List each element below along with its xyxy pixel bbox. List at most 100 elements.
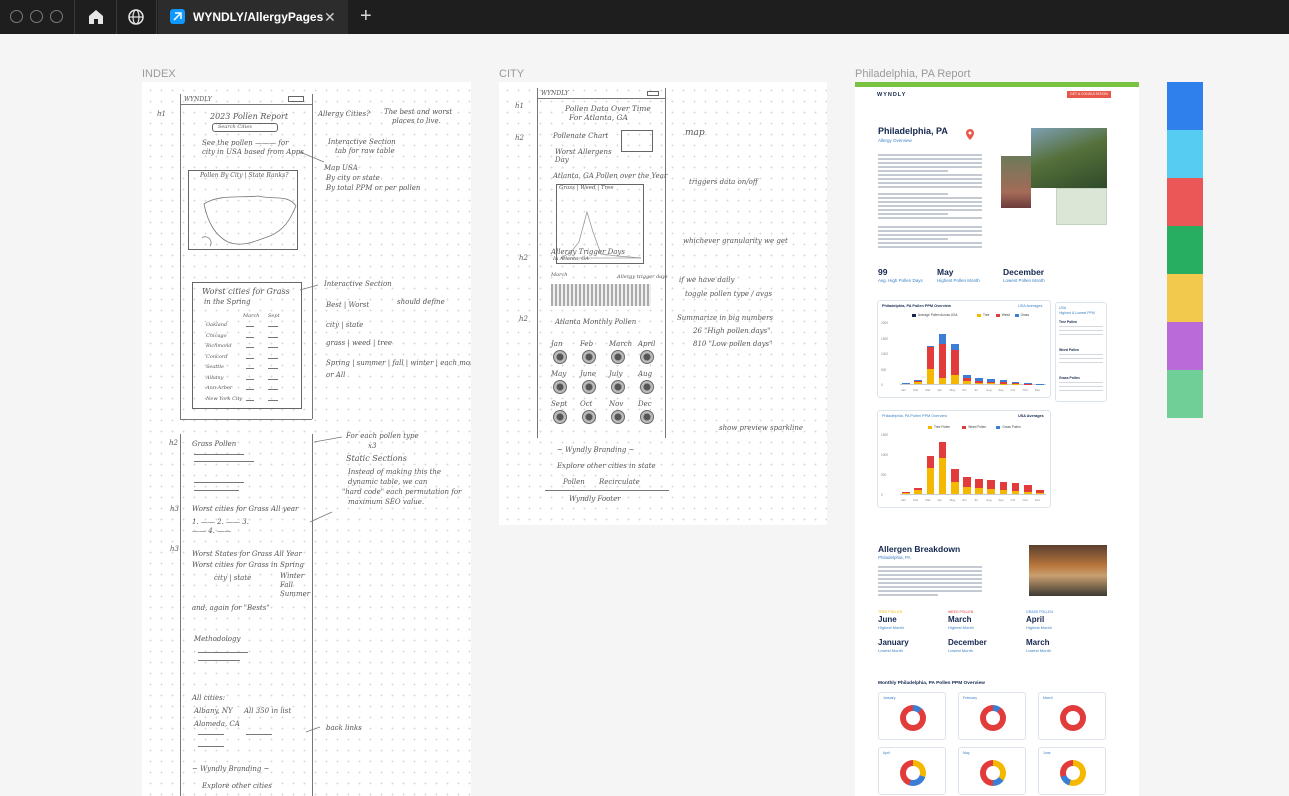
body-text-line bbox=[878, 574, 982, 576]
body-text-line bbox=[878, 590, 982, 592]
color-swatch[interactable] bbox=[1167, 82, 1203, 130]
color-swatch[interactable] bbox=[1167, 130, 1203, 178]
body-text-line bbox=[878, 158, 982, 160]
chart-bar bbox=[926, 346, 935, 347]
report-logo[interactable]: WYNDLY bbox=[877, 92, 906, 98]
color-swatch[interactable] bbox=[1167, 274, 1203, 322]
body-text-line bbox=[878, 582, 982, 584]
sketch-cell bbox=[268, 399, 278, 401]
city-sketch-frame[interactable]: h1 WYNDLY Pollen Data Over Time For Atla… bbox=[499, 82, 827, 525]
x-tick-label: Dec bbox=[1034, 498, 1041, 502]
color-swatch[interactable] bbox=[1167, 370, 1203, 418]
allergen-high: June bbox=[878, 615, 897, 624]
big-number-label: Lowest Pollen Month bbox=[1003, 278, 1045, 283]
body-text-line bbox=[878, 226, 982, 228]
allergen-type: WEED POLLEN bbox=[948, 610, 974, 614]
allergen-low: December bbox=[948, 638, 987, 647]
body-text-line bbox=[878, 186, 982, 188]
chart-bar bbox=[902, 383, 910, 384]
sketch-text: Atlanta, GA Pollen over the Year bbox=[553, 172, 668, 180]
sketch-month-circle bbox=[553, 380, 567, 394]
close-icon[interactable]: ✕ bbox=[324, 8, 336, 26]
donut-card: February bbox=[958, 692, 1026, 740]
index-sketch-frame[interactable]: h1 WYNDLY 2023 Pollen Report Search Citi… bbox=[142, 82, 471, 796]
x-tick-label: May bbox=[949, 388, 956, 392]
sketch-text: whichever granularity we get bbox=[683, 237, 788, 245]
chart1-tab[interactable]: USA Averages bbox=[1018, 304, 1042, 308]
donut-chart bbox=[980, 705, 1006, 731]
allergen-low-label: Lowest Month bbox=[948, 648, 973, 653]
report-frame[interactable]: WYNDLY GET A CONSULTATION Philadelphia, … bbox=[855, 82, 1139, 796]
x-tick-label: Aug bbox=[986, 498, 992, 502]
sketch-month-circle bbox=[640, 410, 654, 424]
side-title: USA bbox=[1059, 306, 1067, 310]
donut-month-label: June bbox=[1043, 751, 1051, 755]
chart-bar bbox=[963, 378, 971, 381]
chart-bar bbox=[902, 492, 910, 494]
report-subtitle: Allergy Overview bbox=[878, 138, 912, 143]
body-text-line bbox=[878, 213, 948, 215]
consultation-button[interactable]: GET A CONSULTATION bbox=[1067, 91, 1111, 98]
hero-photo bbox=[1031, 128, 1107, 188]
allergen-low-label: Lowest Month bbox=[878, 648, 903, 653]
sketch-table-row: Richmond bbox=[206, 343, 232, 349]
sketch-month-label: Aug bbox=[638, 370, 653, 378]
sketch-text: Atlanta Monthly Pollen bbox=[555, 318, 637, 326]
sketch-month-label: May bbox=[551, 370, 567, 378]
legend-label: Weed bbox=[1001, 313, 1011, 317]
sketch-text: Allergy Trigger Days bbox=[551, 248, 625, 256]
x-tick-label: Dec bbox=[1034, 388, 1041, 392]
frame-label-city[interactable]: CITY bbox=[499, 68, 524, 80]
frame-label-index[interactable]: INDEX bbox=[142, 68, 176, 80]
legend-label: Tree Pollen bbox=[934, 425, 951, 429]
sketch-text: Wyndly Footer bbox=[569, 495, 621, 503]
sketch-text: ~ Wyndly Branding ~ bbox=[557, 446, 635, 454]
chart-bar bbox=[950, 349, 959, 375]
x-tick-label: Jun bbox=[961, 388, 967, 392]
globe-icon[interactable] bbox=[126, 7, 146, 27]
sketch-cell bbox=[268, 389, 278, 390]
monthly-title: Monthly Philadelphia, PA Pollen PPM Over… bbox=[878, 681, 985, 686]
allergen-low-label: Lowest Month bbox=[1026, 648, 1051, 653]
side-line bbox=[1059, 362, 1103, 363]
sketch-text: 26 "High pollen days" bbox=[693, 327, 771, 335]
sketch-month-circle bbox=[611, 410, 625, 424]
sketch-month-label: April bbox=[638, 340, 656, 348]
chart2-tab[interactable]: USA Averages bbox=[1018, 414, 1044, 418]
sketch-text: WYNDLY bbox=[541, 90, 569, 97]
sketch-table-row: Oakland bbox=[206, 322, 228, 328]
chart-bar bbox=[938, 458, 947, 494]
home-icon[interactable] bbox=[86, 7, 106, 27]
window-minimize-dot[interactable] bbox=[30, 10, 43, 23]
color-swatch[interactable] bbox=[1167, 178, 1203, 226]
sketch-text: if we have daily bbox=[679, 276, 735, 284]
frame-label-report[interactable]: Philadelphia, PA Report bbox=[855, 68, 970, 80]
color-swatch[interactable] bbox=[1167, 226, 1203, 274]
legend-label: Tree bbox=[983, 313, 990, 317]
sketch-cell bbox=[246, 399, 254, 401]
chart-bar bbox=[938, 334, 947, 344]
chart-bar bbox=[999, 380, 1008, 383]
side-line bbox=[1059, 386, 1103, 387]
window-maximize-dot[interactable] bbox=[50, 10, 63, 23]
sketch-text: March bbox=[551, 272, 568, 278]
sketch-month-label: June bbox=[580, 370, 596, 378]
window-close-dot[interactable] bbox=[10, 10, 23, 23]
chart2-legend: Tree Pollen Weed Pollen Grass Pollen bbox=[928, 425, 1048, 431]
color-swatch[interactable] bbox=[1167, 322, 1203, 370]
x-tick-label: Apr bbox=[937, 388, 943, 392]
file-tab[interactable]: WYNDLY/AllergyPages ✕ bbox=[158, 0, 348, 34]
legend-label: Weed Pollen bbox=[968, 425, 987, 429]
new-tab-button[interactable]: + bbox=[360, 4, 372, 28]
side-section-title: Weed Pollen bbox=[1059, 348, 1080, 352]
y-tick-label: 1500 bbox=[881, 433, 889, 437]
donut-chart bbox=[1060, 705, 1086, 731]
map-thumbnail bbox=[1056, 188, 1107, 225]
usa-side-card: USA Highest & Lowest PPM Tree Pollen Weed… bbox=[1055, 302, 1107, 402]
body-text-line bbox=[878, 586, 982, 588]
sketch-text: h2 bbox=[519, 315, 528, 323]
sketch-line bbox=[537, 98, 665, 99]
sketch-line bbox=[537, 88, 538, 438]
sketch-table-row: New York City bbox=[206, 395, 243, 402]
x-tick-label: Mar bbox=[925, 498, 931, 502]
